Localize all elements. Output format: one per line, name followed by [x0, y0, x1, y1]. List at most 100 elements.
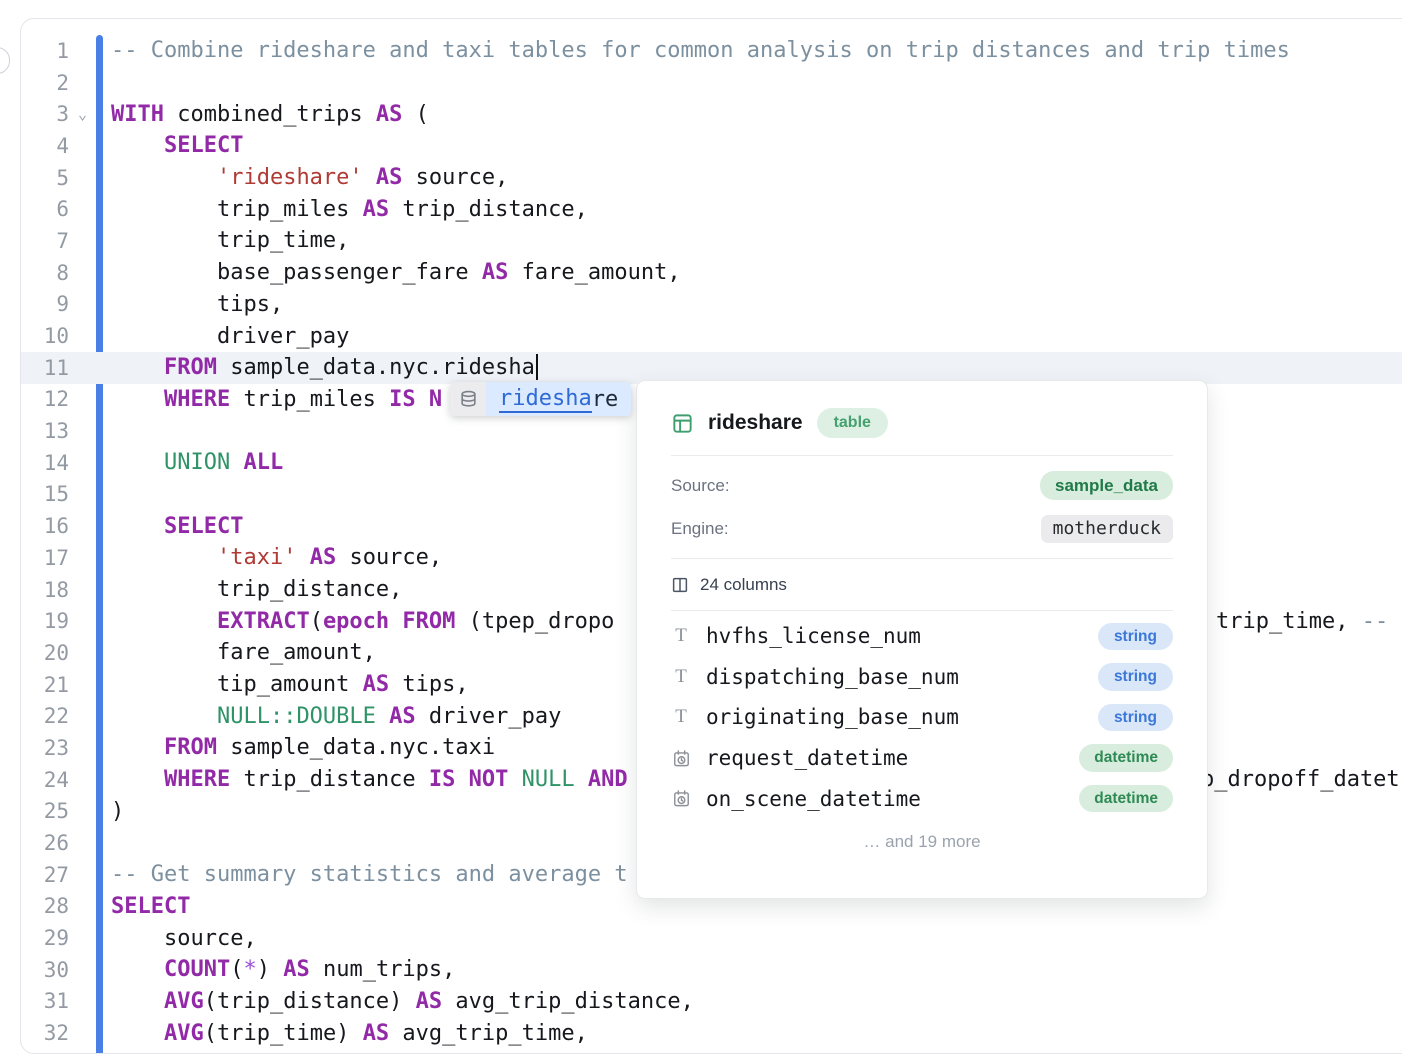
code-line-7[interactable]: 7 trip_time, [21, 225, 1402, 257]
source-label: Source: [671, 476, 730, 496]
line-text: -- Get summary statistics and average t [111, 862, 628, 887]
line-number: 31 [21, 989, 69, 1013]
code-line-30[interactable]: 30 COUNT(*) AS num_trips, [21, 954, 1402, 986]
line-text: SELECT [111, 133, 243, 158]
line-number: 21 [21, 673, 69, 697]
column-row: request_datetimedatetime [671, 738, 1173, 779]
line-text: UNION ALL [111, 450, 283, 475]
column-row: Thvfhs_license_numstring [671, 616, 1173, 657]
table-info-header: rideshare table [671, 381, 1173, 438]
line-text: base_passenger_fare AS fare_amount, [111, 260, 681, 285]
line-text: FROM sample_data.nyc.taxi [111, 735, 495, 760]
line-text-continuation: trip_time, -- [1216, 605, 1388, 637]
code-line-31[interactable]: 31 AVG(trip_distance) AS avg_trip_distan… [21, 986, 1402, 1018]
code-line-29[interactable]: 29 source, [21, 922, 1402, 954]
line-number: 14 [21, 451, 69, 475]
columns-count-text: 24 columns [700, 575, 787, 595]
line-text: trip_miles AS trip_distance, [111, 197, 588, 222]
autocomplete-item-rideshare[interactable]: rideshare [486, 382, 631, 416]
line-text: WITH combined_trips AS ( [111, 102, 429, 127]
line-number: 5 [21, 166, 69, 190]
line-number: 22 [21, 704, 69, 728]
table-name: rideshare [708, 411, 803, 435]
code-line-2[interactable]: 2 [21, 67, 1402, 99]
fold-chevron-icon[interactable]: ⌄ [69, 107, 96, 122]
line-text: AVG(trip_distance) AS avg_trip_distance, [111, 989, 694, 1014]
column-type-badge: string [1098, 663, 1173, 691]
line-number: 9 [21, 292, 69, 316]
calendar-clock-icon [671, 789, 691, 808]
line-text: tip_amount AS tips, [111, 672, 469, 697]
code-line-3[interactable]: 3⌄ WITH combined_trips AS ( [21, 98, 1402, 130]
line-number: 4 [21, 134, 69, 158]
more-columns-text: … and 19 more [671, 832, 1173, 852]
column-name: hvfhs_license_num [706, 624, 1098, 648]
line-text: AVG(trip_time) AS avg_trip_time, [111, 1021, 588, 1046]
columns-icon [671, 576, 689, 594]
text-type-icon: T [671, 666, 691, 688]
autocomplete-rest-text: re [592, 387, 619, 412]
text-cursor [536, 354, 538, 380]
code-line-10[interactable]: 10 driver_pay [21, 320, 1402, 352]
table-info-card: rideshare table Source: sample_data Engi… [636, 380, 1208, 899]
line-number: 3 [21, 102, 69, 126]
line-number: 27 [21, 863, 69, 887]
column-type-badge: datetime [1079, 744, 1173, 772]
code-line-8[interactable]: 8 base_passenger_fare AS fare_amount, [21, 257, 1402, 289]
code-line-6[interactable]: 6 trip_miles AS trip_distance, [21, 193, 1402, 225]
calendar-clock-icon [671, 749, 691, 768]
line-number: 8 [21, 261, 69, 285]
column-row: Tdispatching_base_numstring [671, 657, 1173, 698]
columns-count-row: 24 columns [671, 559, 1173, 610]
line-text: trip_time, [111, 228, 349, 253]
line-text: 'taxi' AS source, [111, 545, 442, 570]
column-type-badge: datetime [1079, 785, 1173, 813]
line-text: tips, [111, 292, 283, 317]
autocomplete-popup: rideshare [450, 382, 631, 416]
line-number: 30 [21, 958, 69, 982]
code-line-11[interactable]: 11 FROM sample_data.nyc.ridesha [21, 352, 1402, 384]
column-name: originating_base_num [706, 705, 1098, 729]
column-row: on_scene_datetimedatetime [671, 778, 1173, 819]
autocomplete-match-text: ridesha [499, 386, 592, 413]
text-type-icon: T [671, 706, 691, 728]
code-line-32[interactable]: 32 AVG(trip_time) AS avg_trip_time, [21, 1017, 1402, 1049]
column-name: on_scene_datetime [706, 787, 1079, 811]
line-text: COUNT(*) AS num_trips, [111, 957, 455, 982]
line-number: 23 [21, 736, 69, 760]
code-line-1[interactable]: 1 -- Combine rideshare and taxi tables fo… [21, 35, 1402, 67]
line-number: 24 [21, 768, 69, 792]
column-name: dispatching_base_num [706, 665, 1098, 689]
line-text: WHERE trip_miles IS N [111, 387, 442, 412]
text-type-icon: T [671, 625, 691, 647]
line-number: 7 [21, 229, 69, 253]
table-icon [671, 412, 694, 435]
line-text: driver_pay [111, 324, 349, 349]
source-value-badge: sample_data [1040, 471, 1173, 500]
engine-label: Engine: [671, 519, 729, 539]
line-text: -- Combine rideshare and taxi tables for… [111, 38, 1290, 63]
line-number: 25 [21, 799, 69, 823]
line-number: 13 [21, 419, 69, 443]
table-type-badge: table [817, 408, 888, 438]
line-number: 11 [21, 356, 69, 380]
code-line-4[interactable]: 4 SELECT [21, 130, 1402, 162]
line-number: 19 [21, 609, 69, 633]
code-line-5[interactable]: 5 'rideshare' AS source, [21, 162, 1402, 194]
line-text: trip_distance, [111, 577, 402, 602]
line-number: 17 [21, 546, 69, 570]
line-number: 15 [21, 482, 69, 506]
line-text: SELECT [111, 894, 190, 919]
sql-editor-screen: { "editor": { "accent_bar_color": "#4a7f… [0, 0, 1402, 1024]
source-row: Source: sample_data [671, 464, 1173, 507]
line-text: 'rideshare' AS source, [111, 165, 508, 190]
column-type-badge: string [1098, 704, 1173, 732]
line-number: 26 [21, 831, 69, 855]
code-line-9[interactable]: 9 tips, [21, 289, 1402, 321]
line-number: 10 [21, 324, 69, 348]
column-name: request_datetime [706, 746, 1079, 770]
engine-row: Engine: motherduck [671, 507, 1173, 550]
line-text: FROM sample_data.nyc.ridesha [111, 355, 538, 381]
line-number: 1 [21, 39, 69, 63]
database-icon [450, 382, 486, 416]
